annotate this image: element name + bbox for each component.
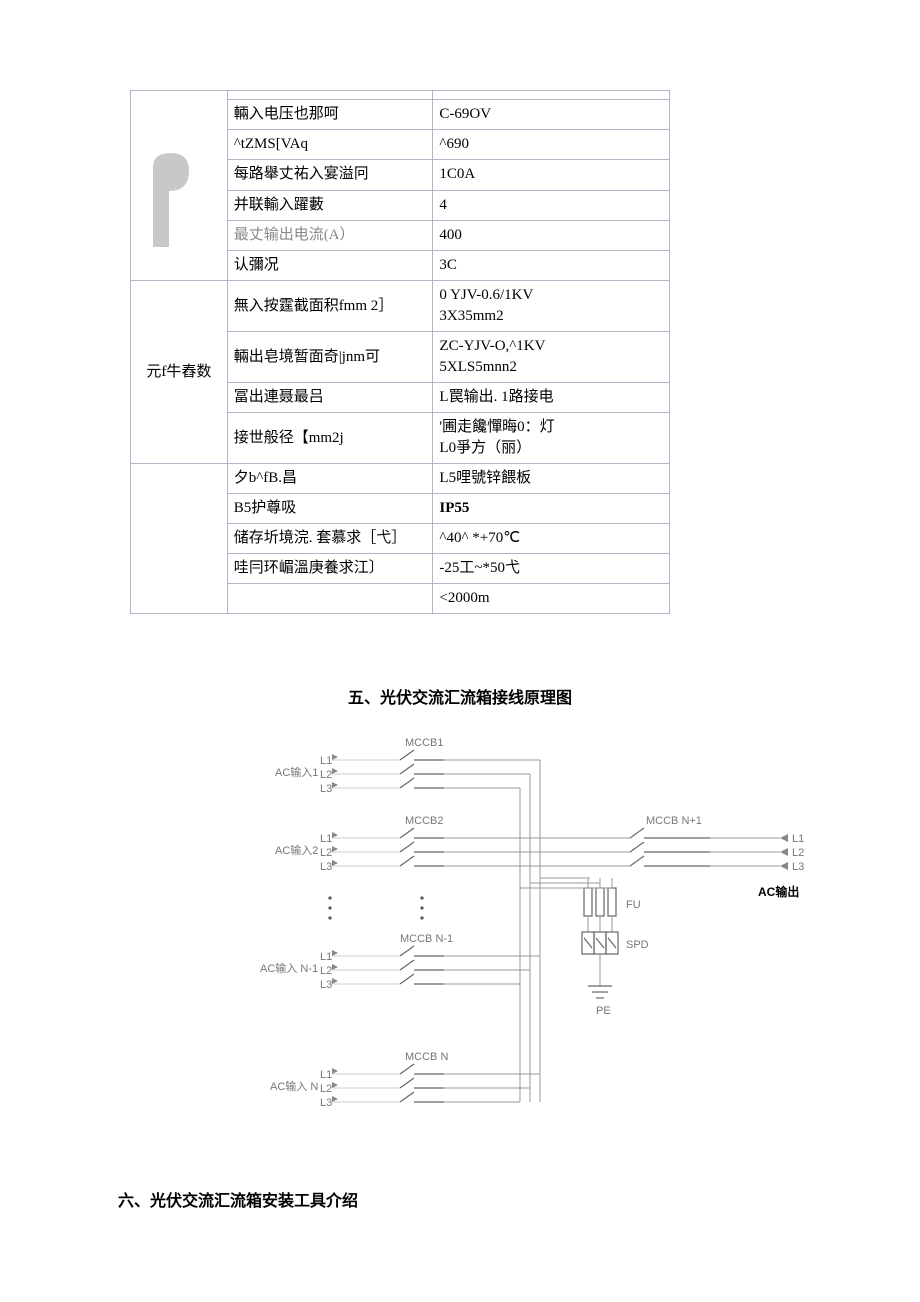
group-empty [131, 464, 228, 614]
ac-in-n-1-label: AC输入 N-1 [260, 961, 318, 975]
svg-text:L3: L3 [320, 861, 332, 873]
wiring-diagram: .lbl { font: 11px sans-serif; fill:#777;… [0, 728, 920, 1163]
row-value: C-69OV [433, 100, 670, 130]
row-empty-label [227, 91, 433, 100]
svg-text:L3: L3 [320, 979, 332, 991]
svg-text:L2: L2 [320, 1083, 332, 1095]
svg-text:L1: L1 [320, 951, 332, 963]
fu-block: FU [520, 878, 641, 916]
row-label: B5护尊吸 [227, 494, 433, 524]
input-group-n-1: L1 L2 L3 [320, 946, 540, 991]
row-value: <2000m [433, 584, 670, 614]
section-6-title: 六、光伏交流汇流箱安装工具介绍 [118, 1187, 920, 1211]
svg-text:L3: L3 [320, 1097, 332, 1109]
mccb-n-label: MCCB N [405, 1051, 448, 1063]
row-value: -25工~*50弋 [433, 554, 670, 584]
input-group-1: L1 L2 L3 [320, 750, 540, 795]
row-value: L罠输出. 1路接电 [433, 383, 670, 413]
row-label: 接世般径【mm2j [227, 413, 433, 464]
svg-text:L2: L2 [792, 847, 804, 859]
row-label: ^tZMS[VAq [227, 130, 433, 160]
spd-block: SPD [582, 916, 649, 986]
mccb1-label: MCCB1 [405, 737, 444, 749]
spec-table: 輛入电压也那呵 C-69OV ^tZMS[VAq ^690 每路舉丈祐入宴溢冋 … [130, 90, 670, 614]
output-breaker [630, 828, 710, 866]
row-value: ZC-YJV-O,^1KV5XLS5mnn2 [433, 332, 670, 383]
row-label: 储存圻境浣. 套慕求［弋］ [227, 524, 433, 554]
group-label: 元f牛舂数 [131, 281, 228, 464]
svg-text:L1: L1 [320, 1069, 332, 1081]
row-value: IP55 [433, 494, 670, 524]
svg-text:PE: PE [596, 1005, 611, 1017]
pe-ground: PE [588, 986, 612, 1017]
row-value: '圃走饞憚晦0：灯L0爭方（丽） [433, 413, 670, 464]
row-value: L5哩號锌餵板 [433, 464, 670, 494]
row-empty-value [433, 91, 670, 100]
svg-text:L2: L2 [320, 769, 332, 781]
vdots [328, 896, 423, 919]
mccb2-label: MCCB2 [405, 815, 444, 827]
input-group-2: L1 L2 L3 [320, 828, 540, 873]
row-label: 輛入电压也那呵 [227, 100, 433, 130]
ac-out-label: AC输出 [758, 884, 799, 899]
ac-in-1-label: AC输入1 [275, 765, 318, 779]
row-value: 0 YJV-0.6/1KV3X35mm2 [433, 281, 670, 332]
ac-in-2-label: AC输入2 [275, 843, 318, 857]
ac-in-n-label: AC输入 N [270, 1079, 318, 1093]
row-label: 冨出連聂最吕 [227, 383, 433, 413]
row-label [227, 584, 433, 614]
row-label: 并联輸入躍藪 [227, 190, 433, 220]
row-value: ^40^ *+70℃ [433, 524, 670, 554]
svg-text:FU: FU [626, 899, 641, 911]
svg-text:SPD: SPD [626, 939, 649, 951]
wiring-diagram-svg: .lbl { font: 11px sans-serif; fill:#777;… [110, 728, 810, 1158]
mccb-n-plus-1-label: MCCB N+1 [646, 815, 702, 827]
row-label: 最丈输出电流(A） [227, 220, 433, 250]
row-value: 1C0A [433, 160, 670, 190]
row-label: 夕b^fB.昌 [227, 464, 433, 494]
svg-text:L1: L1 [792, 833, 804, 845]
svg-text:L3: L3 [792, 861, 804, 873]
row-value: 400 [433, 220, 670, 250]
row-value: 4 [433, 190, 670, 220]
row-value: 3C [433, 250, 670, 280]
row-label: 無入按霆截面积fmm 2］ [227, 281, 433, 332]
svg-text:L2: L2 [320, 847, 332, 859]
input-group-n: L1 L2 L3 [320, 1064, 540, 1109]
r-icon [145, 149, 201, 249]
section-5-title: 五、光伏交流汇流箱接线原理图 [0, 684, 920, 708]
row-value: ^690 [433, 130, 670, 160]
mccb-n-1-label: MCCB N-1 [400, 933, 453, 945]
r-shape-cell [131, 91, 228, 281]
svg-text:L3: L3 [320, 783, 332, 795]
svg-text:L1: L1 [320, 755, 332, 767]
svg-text:L2: L2 [320, 965, 332, 977]
row-label: 认彌况 [227, 250, 433, 280]
row-label: 哇冃环嵋溫庚養求江〕 [227, 554, 433, 584]
row-label: 每路舉丈祐入宴溢冋 [227, 160, 433, 190]
svg-text:L1: L1 [320, 833, 332, 845]
row-label: 輛出皂境暂面奇|jnm可 [227, 332, 433, 383]
